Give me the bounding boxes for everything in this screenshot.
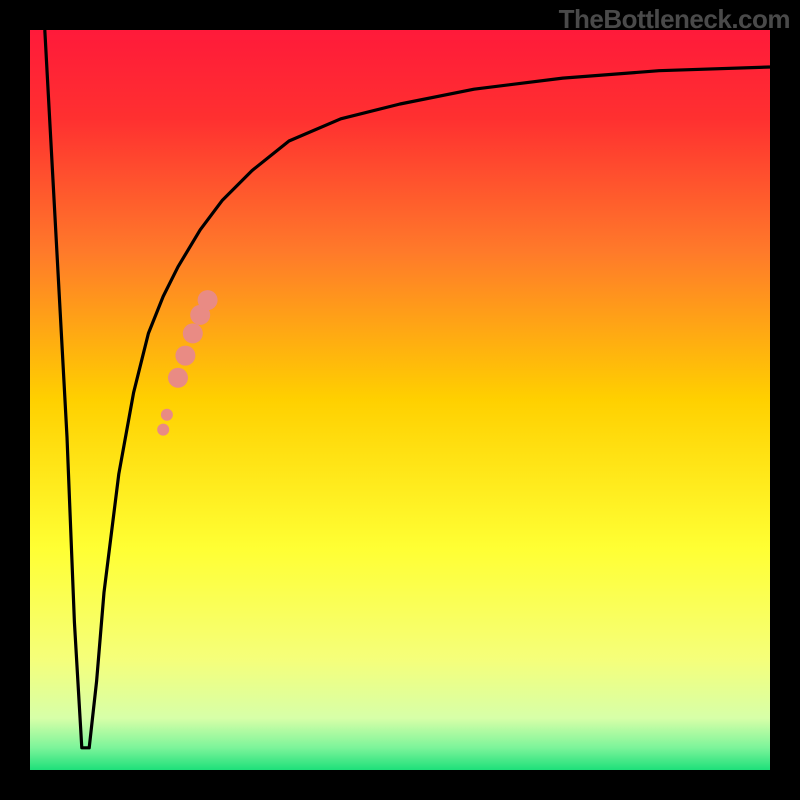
chart-plot xyxy=(30,30,770,770)
highlight-dot xyxy=(183,323,203,343)
highlight-dot xyxy=(175,346,195,366)
highlight-dot xyxy=(161,409,173,421)
highlight-dot xyxy=(157,424,169,436)
chart-frame: TheBottleneck.com xyxy=(0,0,800,800)
highlight-dot xyxy=(198,290,218,310)
highlight-dot xyxy=(168,368,188,388)
gradient-background xyxy=(30,30,770,770)
